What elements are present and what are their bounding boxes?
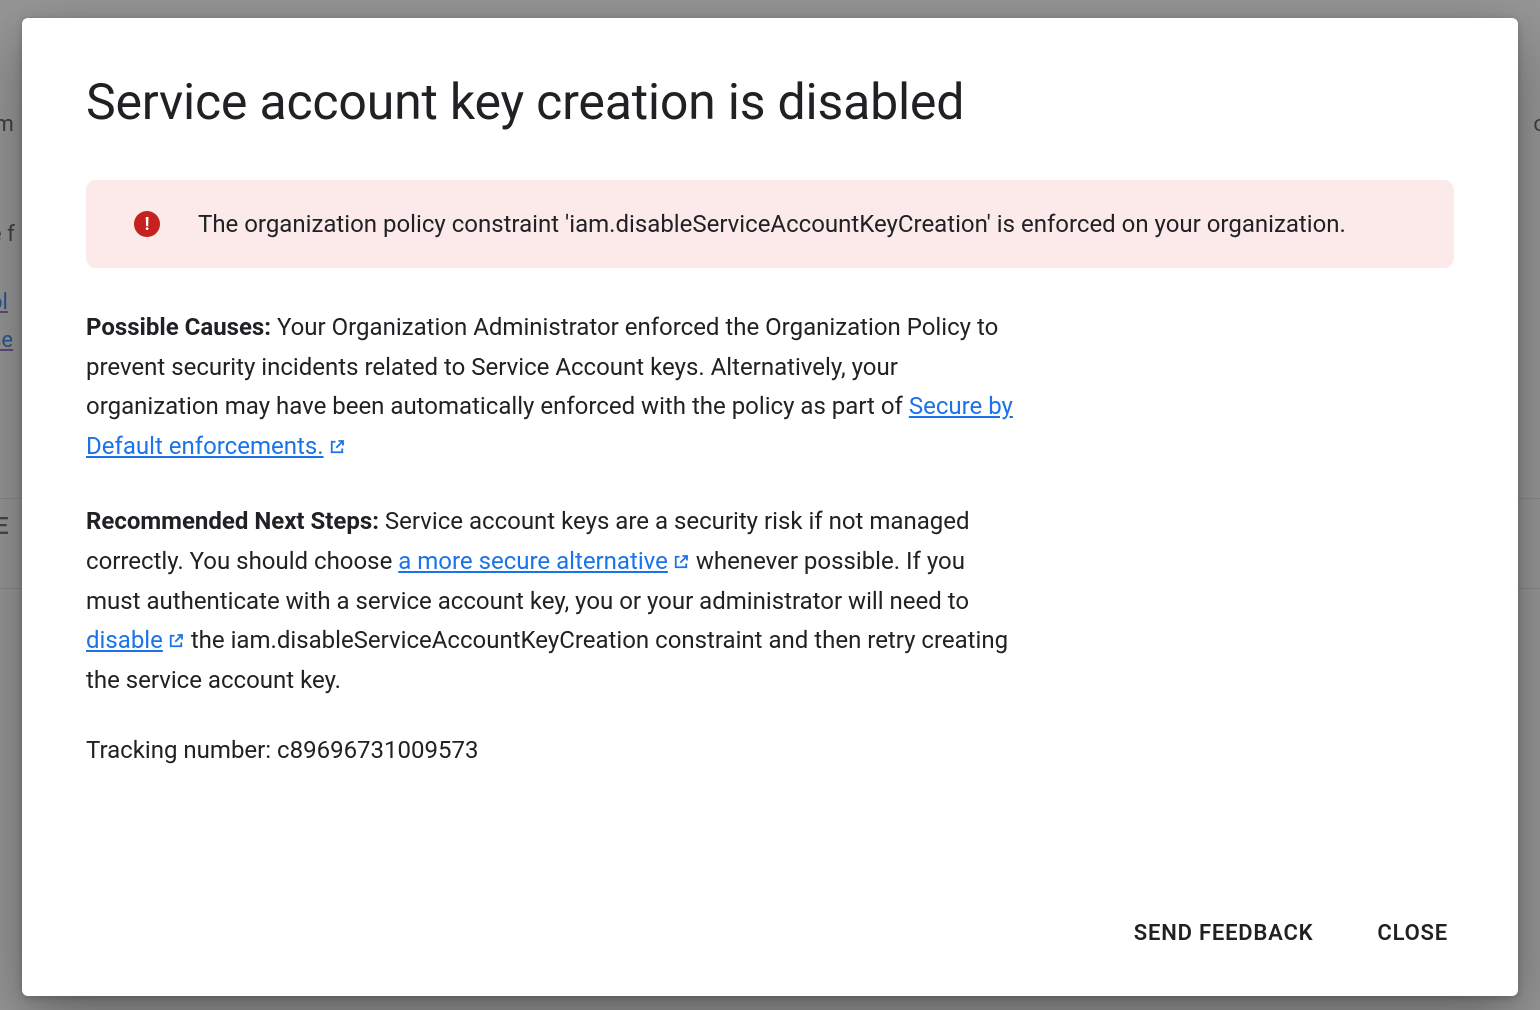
possible-causes-paragraph: Possible Causes: Your Organization Admin… <box>86 308 1016 466</box>
close-button[interactable]: CLOSE <box>1371 911 1454 956</box>
tracking-value: c89696731009573 <box>277 736 478 764</box>
error-dialog: Service account key creation is disabled… <box>22 18 1518 996</box>
secure-alternative-link[interactable]: a more secure alternative <box>398 547 690 575</box>
error-alert: ! The organization policy constraint 'ia… <box>86 180 1454 268</box>
error-alert-message: The organization policy constraint 'iam.… <box>198 210 1346 238</box>
tracking-number: Tracking number: c89696731009573 <box>86 736 1016 764</box>
possible-causes-label: Possible Causes: <box>86 313 271 341</box>
dialog-title: Service account key creation is disabled <box>86 74 1454 132</box>
dialog-body: Possible Causes: Your Organization Admin… <box>86 308 1016 764</box>
link-text: a more secure alternative <box>398 547 668 575</box>
open-in-new-icon <box>328 438 346 456</box>
tracking-label: Tracking number: <box>86 736 277 764</box>
link-text: disable <box>86 626 163 654</box>
disable-constraint-link[interactable]: disable <box>86 626 185 654</box>
send-feedback-button[interactable]: SEND FEEDBACK <box>1128 911 1320 956</box>
dialog-actions: SEND FEEDBACK CLOSE <box>86 881 1454 956</box>
recommended-next-steps-label: Recommended Next Steps: <box>86 507 379 535</box>
next-steps-text: the iam.disableServiceAccountKeyCreation… <box>86 626 1008 694</box>
recommended-next-steps-paragraph: Recommended Next Steps: Service account … <box>86 502 1016 700</box>
open-in-new-icon <box>672 553 690 571</box>
error-icon: ! <box>134 211 160 237</box>
open-in-new-icon <box>167 632 185 650</box>
